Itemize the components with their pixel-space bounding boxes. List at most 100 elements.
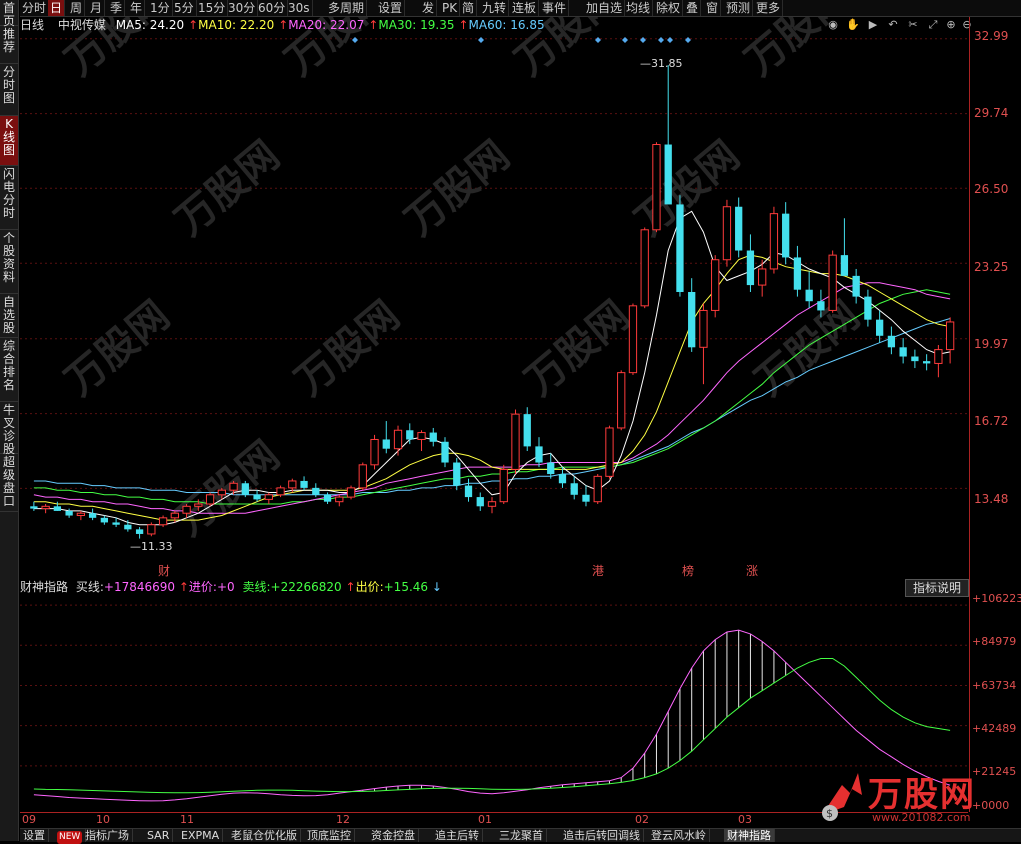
- candle[interactable]: [323, 492, 332, 504]
- candle[interactable]: [241, 480, 249, 498]
- left-nav-item[interactable]: K线图: [0, 116, 18, 166]
- candle[interactable]: [605, 425, 614, 479]
- toolbar-item[interactable]: 发: [420, 0, 438, 16]
- candle[interactable]: [476, 492, 484, 511]
- candle[interactable]: [76, 510, 86, 521]
- play-icon[interactable]: ▶: [866, 18, 880, 32]
- left-nav-item[interactable]: 个股资料: [0, 230, 18, 294]
- indicator-tab[interactable]: 追主后转: [432, 829, 483, 842]
- indicator-tab[interactable]: 追击后转回调线: [560, 829, 644, 842]
- candle[interactable]: [934, 345, 943, 378]
- left-nav-item[interactable]: 自选股: [0, 294, 18, 338]
- indicator-tab[interactable]: 登云风水岭: [648, 829, 710, 842]
- indicator-tab[interactable]: 顶底监控: [304, 829, 355, 842]
- candle[interactable]: [782, 202, 790, 265]
- indicator-tab[interactable]: SAR: [144, 829, 174, 842]
- candle[interactable]: [711, 255, 720, 318]
- hand-icon[interactable]: ✋: [846, 18, 860, 32]
- candle[interactable]: [100, 515, 108, 525]
- toolbar-item[interactable]: 窗: [704, 0, 722, 16]
- toolbar-item[interactable]: 60分: [256, 0, 289, 16]
- left-nav-item[interactable]: 牛叉诊股: [0, 402, 18, 456]
- candle[interactable]: [135, 527, 144, 539]
- candle[interactable]: [499, 464, 508, 504]
- candle[interactable]: [41, 504, 50, 514]
- toolbar-item[interactable]: 简: [460, 0, 478, 16]
- candle[interactable]: [393, 425, 403, 456]
- toolbar-item[interactable]: 叠: [684, 0, 702, 16]
- candle[interactable]: [406, 423, 414, 445]
- candle[interactable]: [558, 467, 567, 488]
- candle[interactable]: [840, 218, 849, 276]
- candle[interactable]: [453, 457, 461, 491]
- candle[interactable]: [699, 303, 708, 385]
- candle[interactable]: [793, 245, 802, 297]
- indicator-tab[interactable]: 指标广场: [82, 829, 133, 842]
- candle[interactable]: [664, 65, 672, 205]
- toolbar-item[interactable]: 九转: [480, 0, 510, 16]
- candle[interactable]: [593, 474, 602, 504]
- toolbar-item[interactable]: 连板: [510, 0, 540, 16]
- candle[interactable]: [335, 494, 344, 507]
- candle[interactable]: [688, 278, 696, 352]
- candle[interactable]: [887, 326, 896, 355]
- candle[interactable]: [382, 421, 390, 454]
- left-nav-item[interactable]: 首页: [0, 0, 18, 28]
- candle[interactable]: [676, 195, 684, 297]
- toolbar-item[interactable]: 1分: [148, 0, 173, 16]
- event-marker-hk[interactable]: 港: [592, 562, 604, 579]
- scissors-icon[interactable]: ✂: [906, 18, 920, 32]
- toolbar-item[interactable]: 加自选: [584, 0, 626, 16]
- candle[interactable]: [652, 142, 661, 233]
- event-marker-limit-up[interactable]: 涨: [746, 562, 758, 579]
- toolbar-item[interactable]: 年: [128, 0, 146, 16]
- candle[interactable]: [922, 354, 931, 371]
- event-marker-list[interactable]: 榜: [682, 562, 694, 579]
- left-nav-item[interactable]: 推荐: [0, 26, 18, 64]
- toolbar-item[interactable]: 设置: [376, 0, 406, 16]
- toolbar-item[interactable]: 预测: [724, 0, 754, 16]
- candle[interactable]: [441, 437, 449, 468]
- candle[interactable]: [722, 199, 732, 267]
- candle[interactable]: [264, 492, 273, 504]
- zoom-in-icon[interactable]: ⊕: [944, 18, 958, 32]
- candle[interactable]: [628, 303, 638, 375]
- candle[interactable]: [535, 437, 543, 468]
- candle[interactable]: [582, 485, 590, 507]
- toolbar-item[interactable]: 周: [68, 0, 86, 16]
- kline-chart[interactable]: 万股网 万股网 万股网 万股网万股网 万股网 万股网万股网 万股网 万股网 万股网万股网: [20, 17, 968, 577]
- candle[interactable]: [805, 271, 813, 309]
- toolbar-item[interactable]: 更多: [754, 0, 784, 16]
- left-nav-item[interactable]: 超级盘口: [0, 454, 18, 512]
- toolbar-item[interactable]: 30分: [226, 0, 259, 16]
- fullscreen-icon[interactable]: ⤢: [926, 18, 940, 32]
- candle[interactable]: [864, 289, 872, 327]
- candle[interactable]: [828, 250, 837, 313]
- left-nav-item[interactable]: 分时图: [0, 64, 18, 116]
- candle[interactable]: [30, 501, 38, 511]
- toolbar-item[interactable]: 除权: [654, 0, 684, 16]
- kline-chart-pane[interactable]: 万股网 万股网 万股网 万股网 万股网 万股网 万股网 万股网 万股网 万股网 万股网 万股网 日线 …: [20, 17, 972, 579]
- toolbar-item[interactable]: 日: [48, 0, 66, 16]
- indicator-tab[interactable]: 老鼠仓优化版: [228, 829, 301, 842]
- indicator-tab[interactable]: 三龙聚首: [496, 829, 547, 842]
- candle[interactable]: [547, 453, 555, 479]
- candle[interactable]: [523, 407, 531, 451]
- indicator-tab[interactable]: 财神指路: [724, 829, 775, 842]
- candle[interactable]: [899, 338, 907, 364]
- candle[interactable]: [511, 409, 520, 475]
- candle[interactable]: [487, 497, 497, 514]
- candle[interactable]: [617, 370, 626, 431]
- left-nav-item[interactable]: 闪电分时: [0, 166, 18, 230]
- toolbar-item[interactable]: 事件: [540, 0, 570, 16]
- indicator-tab[interactable]: 资金控盘: [368, 829, 419, 842]
- candle[interactable]: [147, 522, 156, 537]
- candle[interactable]: [358, 462, 367, 491]
- toolbar-item[interactable]: 15分: [196, 0, 229, 16]
- indicator-tab[interactable]: EXPMA: [178, 829, 224, 842]
- toolbar-item[interactable]: 分时: [20, 0, 50, 16]
- indicator-tab[interactable]: 设置: [20, 829, 49, 842]
- toolbar-item[interactable]: PK: [440, 0, 461, 16]
- toolbar-item[interactable]: 均线: [624, 0, 654, 16]
- candle[interactable]: [346, 485, 356, 500]
